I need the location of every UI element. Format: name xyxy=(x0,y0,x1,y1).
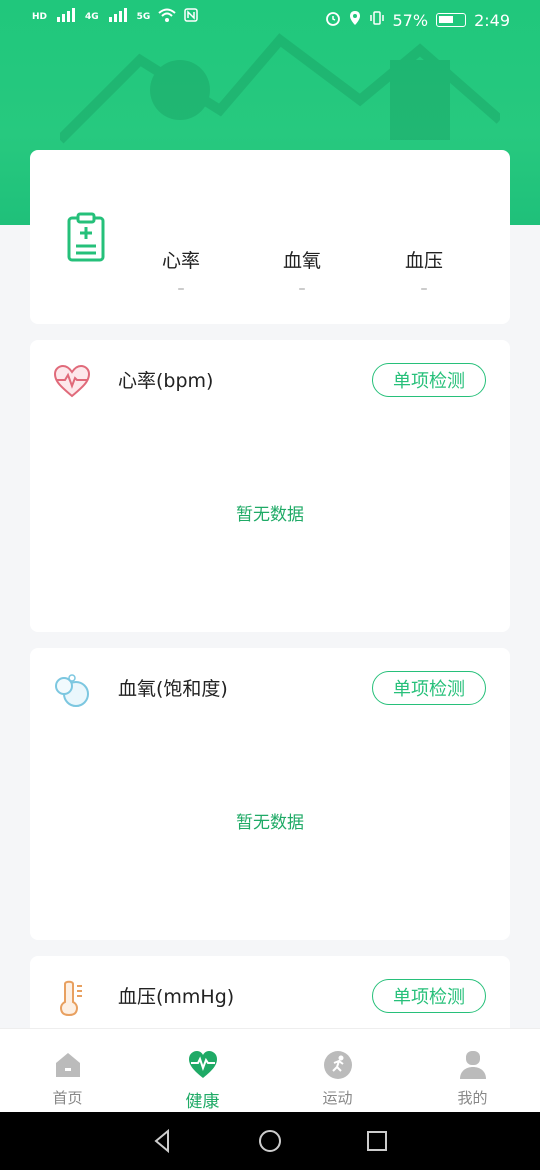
summary-metric-heart-rate: 心率 – xyxy=(141,246,221,297)
header-decoration-graphic xyxy=(60,33,500,144)
metric-label: 血压 xyxy=(404,250,443,272)
network-4g-label: 4G xyxy=(85,11,99,22)
nav-label: 我的 xyxy=(457,1089,488,1107)
single-check-button[interactable]: 单项检测 xyxy=(372,671,486,705)
battery-percent: 57% xyxy=(392,10,429,30)
profile-icon xyxy=(459,1051,486,1079)
system-navigation-bar xyxy=(0,1112,540,1170)
section-title: 血氧(饱和度) xyxy=(118,678,228,700)
clipboard-medical-icon xyxy=(67,212,105,262)
back-icon[interactable] xyxy=(150,1128,176,1154)
single-check-button[interactable]: 单项检测 xyxy=(372,363,486,397)
location-icon xyxy=(349,10,361,30)
status-bar: HD 4G 5G 57% 2:49 xyxy=(0,0,540,40)
health-heart-icon xyxy=(188,1051,217,1078)
running-icon xyxy=(323,1051,352,1079)
wifi-icon xyxy=(158,8,176,25)
hd-indicator: HD xyxy=(32,11,48,22)
home-circle-icon[interactable] xyxy=(257,1128,283,1154)
nav-label: 运动 xyxy=(322,1089,353,1107)
nav-item-home[interactable]: 首页 xyxy=(0,1029,135,1112)
health-summary-card[interactable]: 心率 – 血氧 – 血压 – xyxy=(30,150,510,324)
bubbles-icon xyxy=(55,674,89,707)
metric-value: – xyxy=(177,281,185,297)
thermometer-icon xyxy=(60,980,82,1016)
recents-square-icon[interactable] xyxy=(364,1128,390,1154)
status-time: 2:49 xyxy=(474,10,510,30)
signal-5g-icon xyxy=(107,8,129,25)
no-data-text: 暂无数据 xyxy=(236,813,304,833)
alarm-icon xyxy=(325,10,341,30)
nav-item-health[interactable]: 健康 xyxy=(135,1029,270,1112)
summary-metric-blood-oxygen: 血氧 – xyxy=(262,246,342,297)
nfc-icon xyxy=(184,8,199,25)
nav-item-sports[interactable]: 运动 xyxy=(270,1029,405,1112)
blood-oxygen-card: 血氧(饱和度) 单项检测 暂无数据 xyxy=(30,648,510,940)
signal-4g-icon xyxy=(55,8,77,25)
section-title: 心率(bpm) xyxy=(118,370,214,392)
no-data-text: 暂无数据 xyxy=(236,505,304,525)
single-check-button[interactable]: 单项检测 xyxy=(372,979,486,1013)
vibrate-icon xyxy=(369,10,385,30)
metric-label: 心率 xyxy=(161,250,200,272)
summary-metric-blood-pressure: 血压 – xyxy=(384,246,464,297)
section-title: 血压(mmHg) xyxy=(118,986,235,1008)
network-5g-label: 5G xyxy=(136,11,151,22)
metric-label: 血氧 xyxy=(282,250,321,272)
bottom-navigation: 首页 健康 运动 我的 xyxy=(0,1028,540,1112)
home-icon xyxy=(55,1053,80,1077)
nav-label: 健康 xyxy=(185,1092,220,1112)
status-bar-left: HD 4G 5G xyxy=(32,8,199,25)
metric-value: – xyxy=(420,281,428,297)
nav-item-profile[interactable]: 我的 xyxy=(405,1029,540,1112)
heart-rate-card: 心率(bpm) 单项检测 暂无数据 xyxy=(30,340,510,632)
metric-value: – xyxy=(298,281,306,297)
nav-label: 首页 xyxy=(52,1089,83,1107)
status-bar-right: 57% 2:49 xyxy=(325,10,510,30)
battery-icon xyxy=(436,13,467,27)
heart-pulse-icon xyxy=(53,364,91,398)
